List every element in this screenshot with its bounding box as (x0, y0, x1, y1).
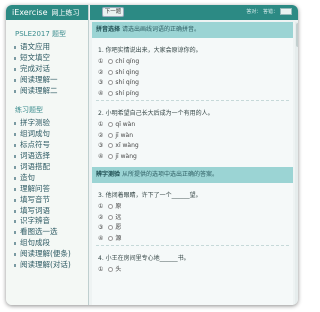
instruction-text: 请选出画线词语的正确拼音。 (122, 26, 201, 33)
sidebar-item[interactable]: 阅读理解(对话) (14, 260, 88, 271)
radio-button[interactable] (108, 90, 114, 96)
section-title-psle: PSLE2017 题型 (15, 30, 67, 38)
instruction-band: 辨字测验 从所提供的选项中选出正确的答案。 (92, 167, 293, 183)
radio-button[interactable] (108, 214, 114, 220)
vertical-scrollbar[interactable] (295, 22, 298, 305)
score-box (280, 8, 292, 15)
sidebar-item[interactable]: 词语搭配 (14, 162, 88, 173)
option-number: ① (98, 58, 104, 65)
answer-option[interactable]: ④ jī wàng (92, 152, 293, 163)
radio-button[interactable] (108, 267, 114, 272)
option-number: ③ (98, 224, 104, 231)
sidebar-item[interactable]: 造句 (14, 173, 88, 184)
question-text: 4. 小王在房间里专心地______书。 (98, 255, 190, 262)
option-text: 头 (115, 266, 122, 273)
option-text: shí qìng (115, 68, 139, 76)
score-label: 答对： 答错： (246, 9, 278, 15)
sidebar-item[interactable]: 阅读理解(便条) (14, 249, 88, 260)
question-text: 2. 小明希望自己长大后成为一个有用的人。 (98, 110, 214, 117)
option-text: shí qíng (115, 79, 139, 86)
option-number: ④ (98, 152, 104, 160)
sidebar-item[interactable]: 理解问答 (14, 184, 88, 195)
option-text: 原 (115, 203, 122, 210)
question-area: 拼音选择 请选出画线词语的正确拼音。 1. 你吧实情说出来，大家会原谅你的。 ① c… (92, 22, 293, 305)
answer-option[interactable]: ①头 (92, 265, 293, 276)
question-text: 1. 你吧实情说出来，大家会原谅你的。 (98, 47, 202, 54)
sidebar-item[interactable]: 看图选一选 (14, 227, 88, 238)
option-number: ④ (98, 234, 104, 242)
sidebar-item[interactable]: 识字辨音 (14, 216, 88, 227)
app-brand: iExercise 网上练习 (6, 5, 88, 20)
option-text: shí píng (115, 89, 139, 97)
option-number: ① (98, 266, 104, 273)
radio-button[interactable] (108, 153, 114, 159)
answer-option[interactable]: ③ xī wàng (92, 141, 293, 152)
radio-button[interactable] (108, 69, 114, 75)
app-window: iExercise 网上练习 PSLE2017 题型 语文应用 短文填空 完成对话… (6, 5, 298, 305)
next-question-button[interactable]: 下一题 (102, 7, 124, 17)
option-number: ③ (98, 142, 104, 149)
toolbar: 下一题 答对： 答错： (90, 5, 298, 20)
radio-button[interactable] (108, 225, 114, 230)
instruction-tag: 辨字测验 (96, 171, 121, 178)
answer-option[interactable]: ④源 (92, 234, 293, 245)
scrollbar-thumb[interactable] (296, 23, 298, 47)
option-text: 愿 (115, 224, 122, 231)
option-text: 源 (115, 234, 122, 242)
sidebar: iExercise 网上练习 PSLE2017 题型 语文应用 短文填空 完成对话… (6, 5, 89, 305)
app-title-cn: 网上练习 (51, 9, 80, 17)
sidebar-item[interactable]: 阅读理解一 (14, 75, 88, 86)
option-number: ④ (98, 89, 104, 97)
radio-button[interactable] (108, 59, 114, 64)
sidebar-item[interactable]: 组词成句 (14, 129, 88, 140)
answer-option[interactable]: ③ shí qíng (92, 78, 293, 89)
sidebar-item[interactable]: 标点符号 (14, 140, 88, 151)
instruction-tag: 拼音选择 (96, 26, 121, 33)
sidebar-item[interactable]: 填写音节 (14, 195, 88, 206)
option-text: qī wàn (115, 121, 136, 128)
answer-option[interactable]: ① qī wàn (92, 120, 293, 131)
score-display: 答对： 答错： (246, 8, 294, 15)
option-text: jī wàng (115, 152, 137, 160)
radio-button[interactable] (108, 122, 114, 127)
radio-button[interactable] (108, 143, 114, 148)
instruction-text: 从所提供的选项中选出正确的答案。 (122, 171, 219, 178)
answer-option[interactable]: ④ shí píng (92, 89, 293, 100)
answer-option[interactable]: ② jī wàn (92, 131, 293, 142)
sidebar-item[interactable]: 词语选择 (14, 151, 88, 162)
question-text: 3. 他闭着眼睛，许下了一个______望。 (98, 192, 202, 199)
answer-option[interactable]: ③愿 (92, 223, 293, 234)
radio-button[interactable] (108, 132, 114, 138)
answer-option[interactable]: ① chí qíng (92, 57, 293, 68)
option-text: chí qíng (115, 58, 140, 65)
sidebar-item[interactable]: 组句成段 (14, 238, 88, 249)
radio-button[interactable] (108, 235, 114, 241)
radio-button[interactable] (108, 204, 114, 209)
sidebar-item[interactable]: 完成对话 (14, 64, 88, 75)
sidebar-item[interactable]: 阅读理解二 (14, 86, 88, 97)
option-text: 远 (115, 213, 122, 221)
option-number: ② (98, 68, 104, 76)
radio-button[interactable] (108, 80, 114, 85)
answer-option[interactable]: ②远 (92, 213, 293, 224)
option-number: ③ (98, 79, 104, 86)
option-number: ② (98, 213, 104, 221)
nav-list-psle: 语文应用 短文填空 完成对话 阅读理解一 阅读理解二 (14, 42, 88, 96)
option-text: xī wàng (115, 142, 139, 149)
section-title-practice: 练习题型 (15, 106, 43, 115)
option-number: ① (98, 121, 104, 128)
option-number: ① (98, 203, 104, 210)
app-title-en: iExercise (12, 8, 48, 17)
option-number: ② (98, 131, 104, 139)
sidebar-item[interactable]: 短文填空 (14, 53, 88, 64)
main-panel: 下一题 答对： 答错： 拼音选择 请选出画线词语的正确拼音。 1. 你吧实情说出来… (90, 5, 298, 305)
answer-option[interactable]: ①原 (92, 202, 293, 213)
nav-list-practice: 拼字测验 组词成句 标点符号 词语选择 词语搭配 造句 理解问答 填写音节 填写… (14, 118, 88, 270)
sidebar-item[interactable]: 语文应用 (14, 42, 88, 53)
sidebar-item[interactable]: 拼字测验 (14, 118, 88, 129)
sidebar-item[interactable]: 填写词语 (14, 206, 88, 217)
option-text: jī wàn (115, 131, 134, 139)
instruction-band: 拼音选择 请选出画线词语的正确拼音。 (92, 22, 293, 38)
answer-option[interactable]: ② shí qìng (92, 68, 293, 79)
